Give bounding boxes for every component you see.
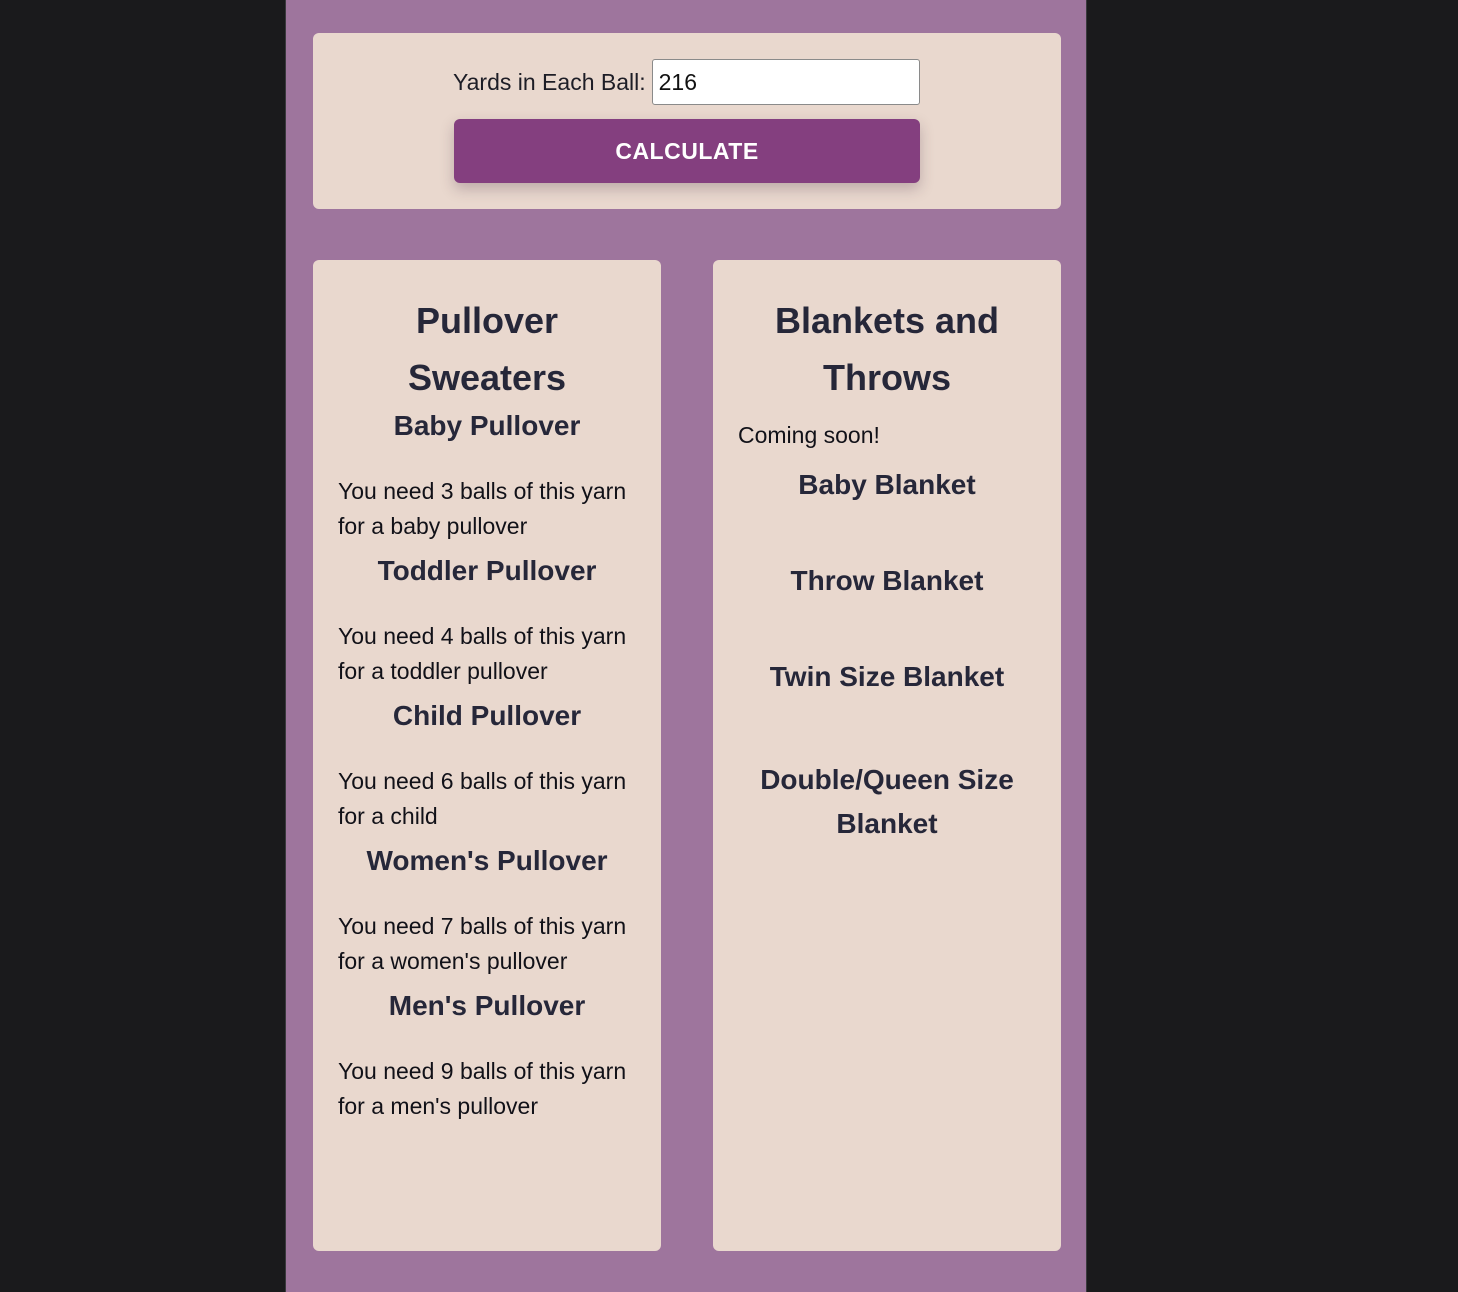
twin-blanket-title: Twin Size Blanket xyxy=(769,661,1005,692)
calculate-button[interactable]: CALCULATE xyxy=(454,119,920,183)
child-pullover-result: You need 6 balls of this yarn for a chil… xyxy=(338,768,627,829)
child-pullover-title: Child Pullover xyxy=(392,700,582,731)
blanket-card-title: Blankets and Throws xyxy=(774,300,1000,398)
baby-pullover-result: You need 3 balls of this yarn for a baby… xyxy=(338,478,627,539)
blanket-card: Blankets and Throws Coming soon! Baby Bl… xyxy=(713,260,1061,1251)
womens-pullover-result: You need 7 balls of this yarn for a wome… xyxy=(338,913,627,974)
baby-blanket-title: Baby Blanket xyxy=(798,469,976,500)
double-queen-blanket-title: Double/Queen Size Blanket xyxy=(760,764,1014,839)
throw-blanket-title: Throw Blanket xyxy=(790,565,984,596)
pullover-card: Pullover Sweaters Baby Pullover You need… xyxy=(313,260,661,1251)
blanket-list: Baby Blanket Throw Blanket Twin Size Bla… xyxy=(738,470,1036,846)
mens-pullover-result: You need 9 balls of this yarn for a men'… xyxy=(338,1058,627,1119)
mens-pullover-title: Men's Pullover xyxy=(388,990,586,1021)
womens-pullover-title: Women's Pullover xyxy=(366,845,608,876)
yards-label: Yards in Each Ball: xyxy=(453,68,646,95)
pullover-card-title: Pullover Sweaters xyxy=(407,300,567,398)
pullover-list: Baby Pullover You need 3 balls of this y… xyxy=(338,411,636,1124)
toddler-pullover-result: You need 4 balls of this yarn for a todd… xyxy=(338,623,627,684)
baby-pullover-title: Baby Pullover xyxy=(393,410,581,441)
page-column: Yards in Each Ball: CALCULATE Pullover S… xyxy=(285,0,1087,1292)
toddler-pullover-title: Toddler Pullover xyxy=(377,555,597,586)
yards-row: Yards in Each Ball: xyxy=(453,58,920,106)
calculator-panel: Yards in Each Ball: CALCULATE xyxy=(313,33,1061,209)
yards-input[interactable] xyxy=(651,59,920,105)
coming-soon-note: Coming soon! xyxy=(738,422,880,448)
